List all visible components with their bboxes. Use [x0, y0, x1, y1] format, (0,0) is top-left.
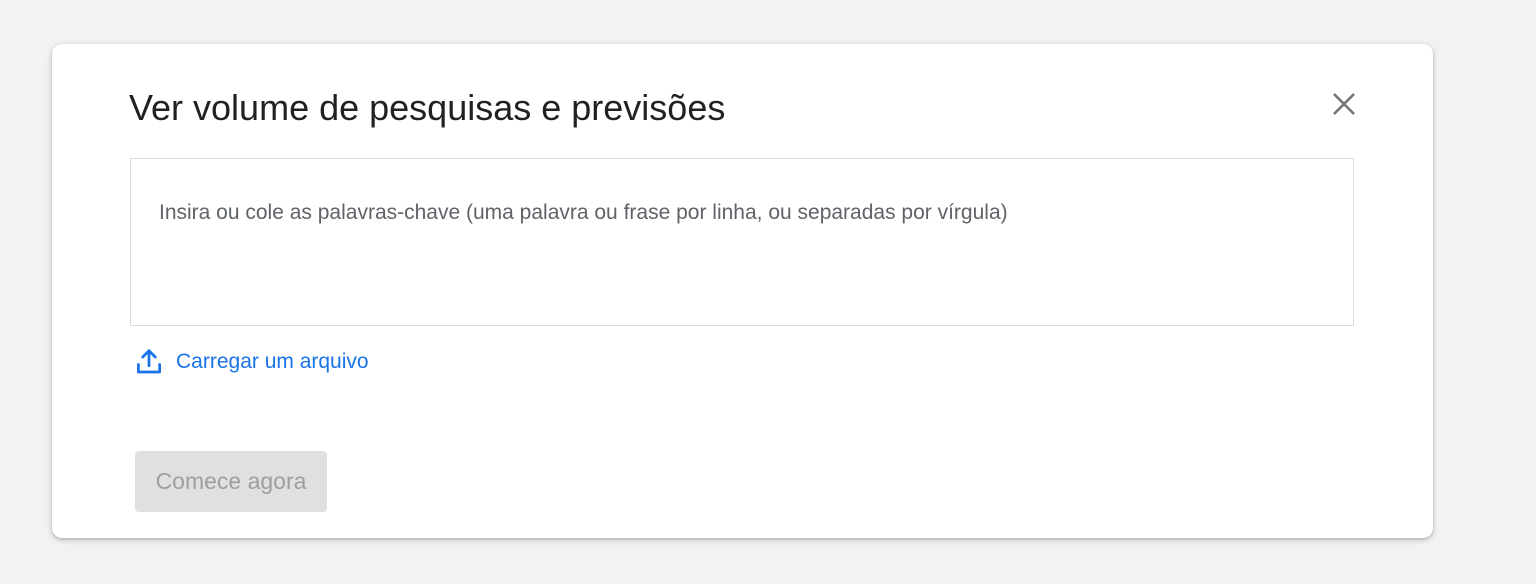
search-volume-dialog: Ver volume de pesquisas e previsões Carr…	[52, 44, 1433, 538]
upload-file-link[interactable]: Carregar um arquivo	[134, 347, 369, 377]
upload-file-label: Carregar um arquivo	[176, 350, 369, 373]
keyword-input[interactable]	[131, 159, 1353, 325]
close-icon	[1333, 93, 1355, 115]
page-background: Ver volume de pesquisas e previsões Carr…	[0, 0, 1536, 584]
upload-icon	[134, 347, 164, 377]
start-now-button[interactable]: Comece agora	[135, 451, 327, 512]
keyword-input-box	[130, 158, 1354, 326]
dialog-title: Ver volume de pesquisas e previsões	[129, 87, 726, 128]
close-button[interactable]	[1326, 86, 1362, 122]
